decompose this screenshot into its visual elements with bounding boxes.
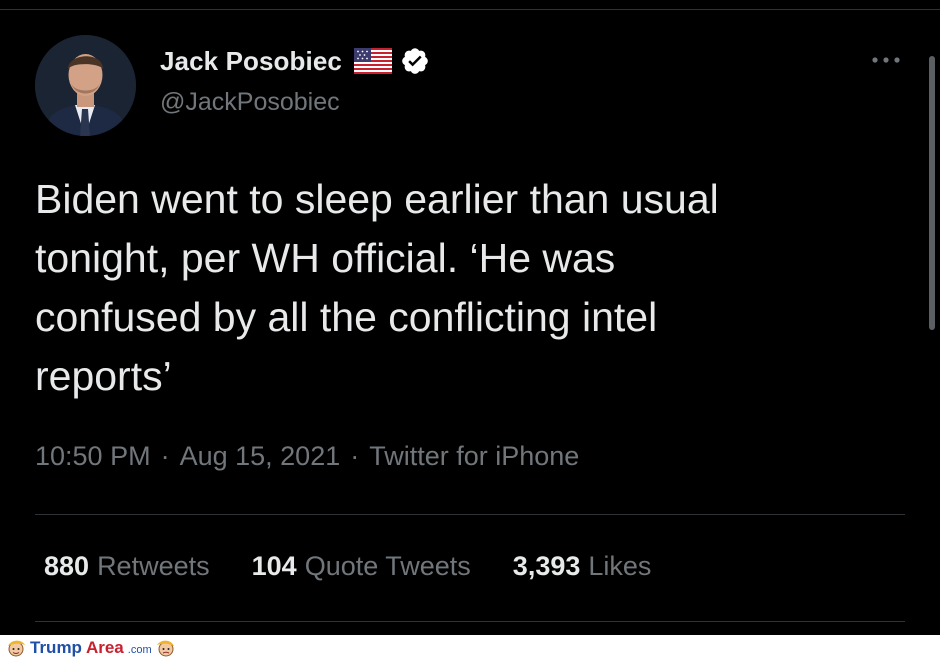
likes-stat[interactable]: 3,393 Likes bbox=[513, 551, 652, 582]
divider bbox=[35, 514, 905, 515]
author-handle[interactable]: @JackPosobiec bbox=[160, 88, 340, 117]
us-flag-icon bbox=[353, 48, 392, 74]
more-dots-icon bbox=[872, 57, 900, 63]
watermark-bar: Trump Area .com bbox=[0, 635, 940, 661]
watermark-text-area: Area bbox=[85, 638, 124, 657]
top-divider bbox=[0, 9, 940, 10]
scrollbar-thumb[interactable] bbox=[929, 56, 935, 330]
quote-tweets-label: Quote Tweets bbox=[304, 551, 471, 581]
tweet-date[interactable]: Aug 15, 2021 bbox=[180, 441, 341, 472]
avatar-image bbox=[35, 35, 136, 136]
tweet-time[interactable]: 10:50 PM bbox=[35, 441, 151, 472]
quote-tweets-stat[interactable]: 104 Quote Tweets bbox=[252, 551, 471, 582]
likes-label: Likes bbox=[588, 551, 652, 581]
author-name-row[interactable]: Jack Posobiec bbox=[160, 44, 430, 78]
retweets-label: Retweets bbox=[97, 551, 210, 581]
cartoon-face-icon bbox=[8, 640, 25, 657]
watermark-text-trump: Trump bbox=[30, 638, 82, 657]
watermark-logo: Trump Area .com bbox=[6, 637, 176, 659]
more-options-button[interactable] bbox=[868, 48, 908, 72]
tweet-source-link[interactable]: Twitter for iPhone bbox=[369, 441, 579, 472]
meta-separator: · bbox=[160, 441, 170, 471]
verified-badge-icon bbox=[402, 48, 428, 74]
meta-separator: · bbox=[350, 441, 360, 471]
divider bbox=[35, 621, 905, 622]
likes-count: 3,393 bbox=[512, 551, 581, 581]
retweets-count: 880 bbox=[44, 551, 90, 581]
quote-tweets-count: 104 bbox=[251, 551, 297, 581]
tweet-meta: 10:50 PM · Aug 15, 2021 · Twitter for iP… bbox=[35, 441, 579, 472]
watermark-text-com: .com bbox=[127, 644, 152, 656]
avatar[interactable] bbox=[35, 35, 136, 136]
author-display-name[interactable]: Jack Posobiec bbox=[160, 46, 342, 77]
engagement-stats: 880 Retweets 104 Quote Tweets 3,393 Like… bbox=[44, 551, 693, 582]
cartoon-face-icon bbox=[156, 640, 174, 657]
retweets-stat[interactable]: 880 Retweets bbox=[44, 551, 210, 582]
tweet-text: Biden went to sleep earlier than usual t… bbox=[35, 176, 719, 399]
